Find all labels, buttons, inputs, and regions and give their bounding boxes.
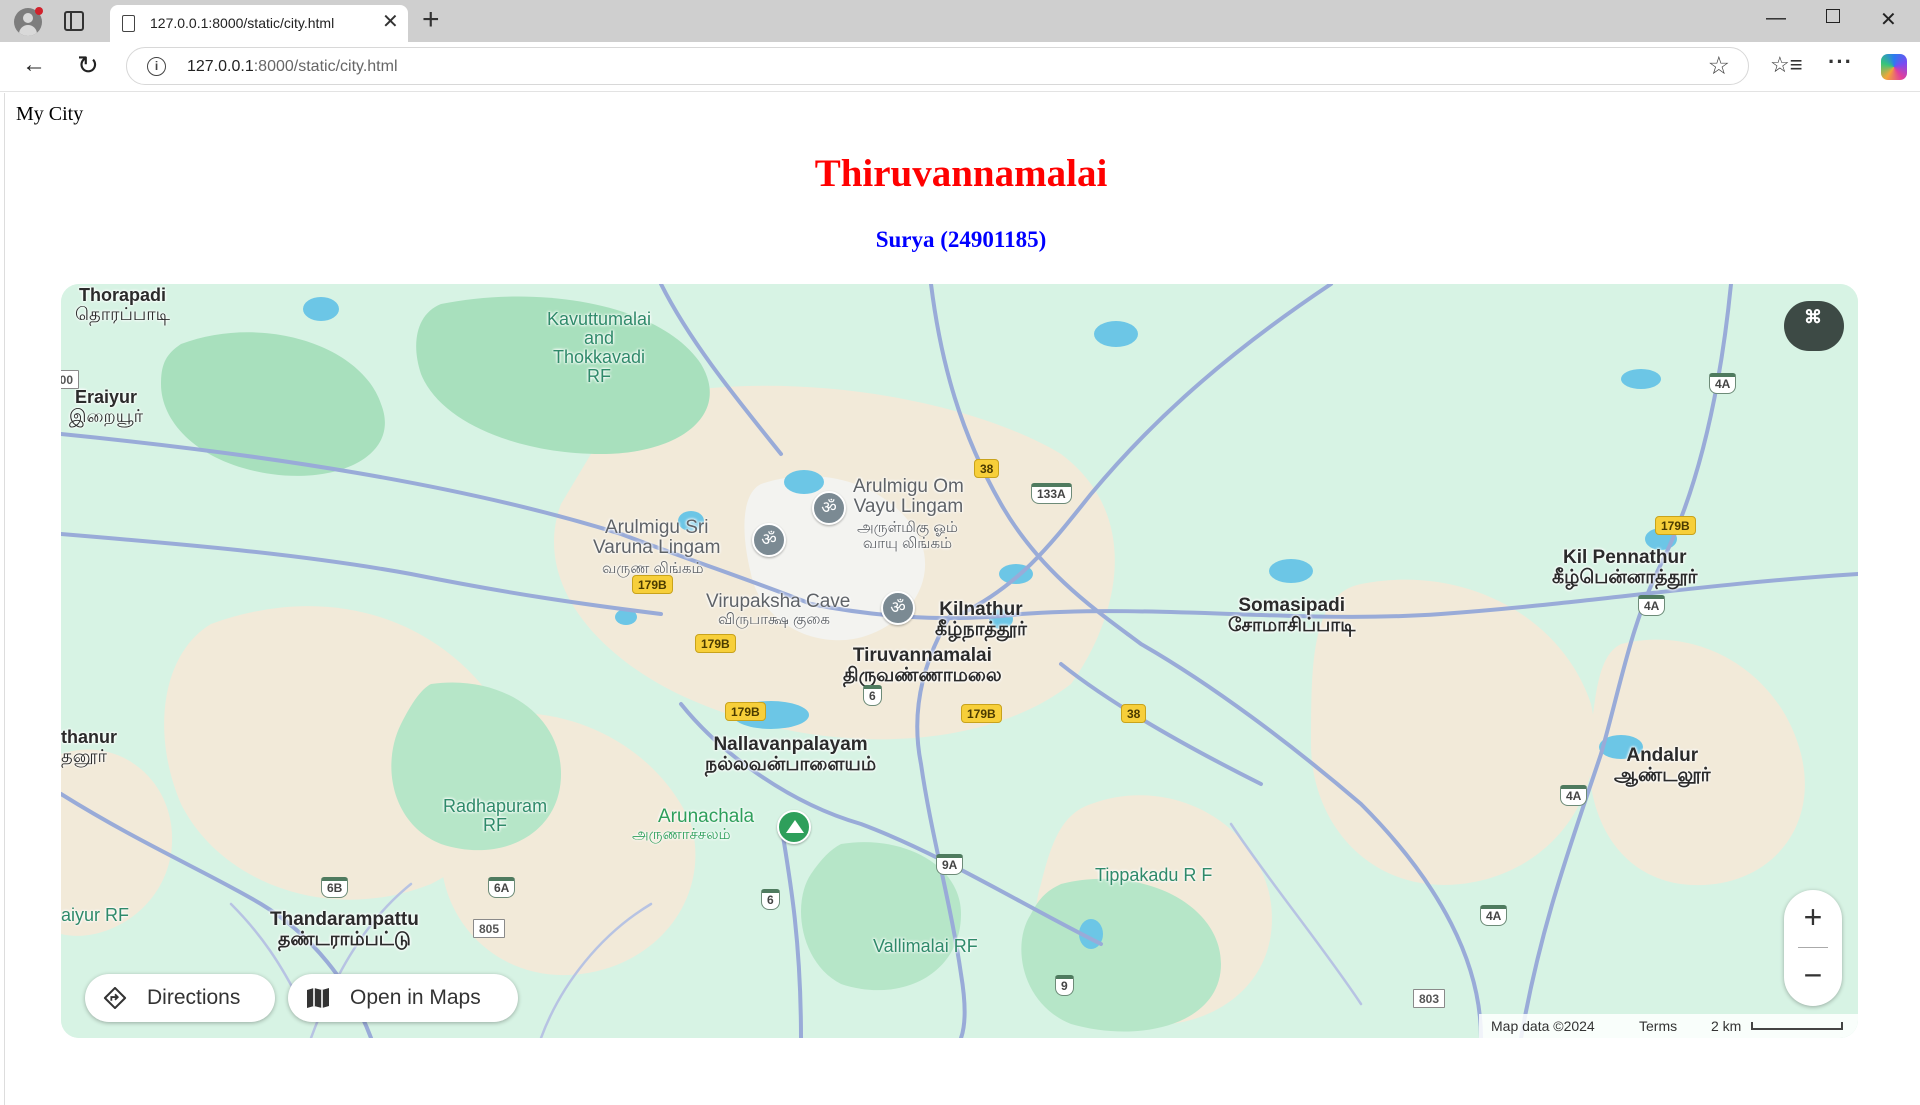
town-label-tiruvannamalai: Tiruvannamalai திருவண்ணாமலை bbox=[843, 645, 1002, 686]
route-shield-179b: 179B bbox=[695, 634, 736, 653]
route-shield-4a: 4A bbox=[1480, 905, 1508, 926]
exit-fullscreen-button[interactable]: ⌘ bbox=[1784, 301, 1844, 351]
route-shield-179b: 179B bbox=[725, 702, 766, 721]
route-shield-4a: 4A bbox=[1638, 595, 1666, 616]
terms-link[interactable]: Terms bbox=[1639, 1014, 1677, 1038]
temple-pin-icon[interactable]: ॐ bbox=[881, 591, 915, 625]
route-shield-38: 38 bbox=[1121, 704, 1147, 723]
town-label-thorapadi: Thorapadi தொரப்பாடி bbox=[75, 285, 170, 324]
route-shield-38: 38 bbox=[974, 459, 1000, 478]
route-shield-6: 6 bbox=[863, 685, 882, 706]
poi-label-vayu-lingam[interactable]: Arulmigu Om Vayu Lingam bbox=[853, 477, 964, 517]
directions-label: Directions bbox=[147, 986, 241, 1009]
map-icon bbox=[307, 988, 329, 1008]
new-tab-button[interactable]: + bbox=[422, 5, 440, 35]
minimize-window-button[interactable]: — bbox=[1766, 6, 1786, 30]
town-label-kil-pennathur: Kil Pennathur கீழ்பென்னாத்தூர் bbox=[1552, 547, 1698, 588]
route-shield-500: 500 bbox=[61, 370, 80, 389]
browser-tab[interactable]: 127.0.0.1:8000/static/city.html ✕ bbox=[110, 5, 408, 42]
embedded-map[interactable]: Thorapadi தொரப்பாடி Eraiyur இறையூர் Kilnat… bbox=[61, 284, 1858, 1038]
town-label-somasipadi: Somasipadi சோமாசிப்பாடி bbox=[1228, 595, 1356, 636]
poi-tamil-arunachala: அருணாச்சலம் bbox=[632, 826, 731, 843]
route-shield-179b: 179B bbox=[961, 704, 1002, 723]
route-shield-9a: 9A bbox=[936, 854, 964, 875]
favorites-icon[interactable]: ☆≡ bbox=[1770, 51, 1803, 79]
browser-toolbar: ← ↻ i 127.0.0.1:8000/static/city.html ☆ … bbox=[0, 42, 1920, 92]
route-shield-133a: 133A bbox=[1031, 483, 1072, 504]
route-shield-9: 9 bbox=[1055, 975, 1074, 996]
town-label-eraiyur: Eraiyur இறையூர் bbox=[69, 387, 144, 426]
temple-pin-icon[interactable]: ॐ bbox=[752, 523, 786, 557]
tab-actions-icon[interactable] bbox=[64, 11, 84, 31]
site-info-icon[interactable]: i bbox=[147, 57, 166, 76]
route-shield-6a: 6A bbox=[488, 877, 516, 898]
route-shield-4a: 4A bbox=[1709, 373, 1737, 394]
maximize-window-button[interactable] bbox=[1826, 9, 1840, 23]
address-bar[interactable]: i 127.0.0.1:8000/static/city.html ☆ bbox=[126, 47, 1749, 85]
town-label-thanur: thanur தனூர் bbox=[61, 727, 117, 766]
open-in-maps-label: Open in Maps bbox=[350, 986, 481, 1009]
copilot-icon[interactable] bbox=[1881, 54, 1907, 80]
back-arrow-icon[interactable]: ← bbox=[22, 50, 46, 80]
town-label-kilnathur: Kilnathur கீழ்நாத்தூர் bbox=[935, 599, 1027, 640]
forest-label-tippakadu: Tippakadu R F bbox=[1095, 865, 1213, 885]
town-label-thandarampattu: Thandarampattu தண்டராம்பட்டு bbox=[270, 909, 419, 950]
poi-label-varuna-lingam[interactable]: Arulmigu Sri Varuna Lingam bbox=[593, 518, 720, 558]
page-content: My City Thiruvannamalai Surya (24901185) bbox=[4, 93, 1920, 1105]
poi-label-arunachala[interactable]: Arunachala bbox=[658, 807, 754, 827]
open-in-maps-button[interactable]: Open in Maps bbox=[288, 974, 518, 1022]
close-window-button[interactable]: ✕ bbox=[1880, 8, 1897, 32]
route-shield-805: 805 bbox=[473, 919, 506, 938]
close-tab-icon[interactable]: ✕ bbox=[382, 12, 399, 32]
page-title: Thiruvannamalai bbox=[814, 152, 1108, 195]
temple-pin-icon[interactable]: ॐ bbox=[812, 491, 846, 525]
poi-label-virupaksha-cave[interactable]: Virupaksha Cave bbox=[706, 592, 850, 612]
scale-label[interactable]: 2 km bbox=[1711, 1014, 1741, 1038]
mountain-pin-icon[interactable] bbox=[777, 810, 811, 844]
forest-label-kavuttumalai: Kavuttumalai and Thokkavadi RF bbox=[547, 309, 652, 386]
route-shield-6: 6 bbox=[761, 889, 780, 910]
page-subtitle: Surya (24901185) bbox=[875, 227, 1047, 252]
scale-bar bbox=[1751, 1022, 1843, 1030]
notification-dot-icon bbox=[35, 7, 43, 15]
poi-tamil-vayu-lingam: அருள்மிகு ஓம் வாயு லிங்கம் bbox=[857, 519, 958, 552]
town-label-andalur: Andalur ஆண்டலூர் bbox=[1614, 745, 1711, 786]
page-label: My City bbox=[16, 103, 84, 125]
poi-tamil-virupaksha-cave: விருபாக்ஷ குகை bbox=[718, 611, 831, 628]
zoom-out-button[interactable]: − bbox=[1784, 948, 1842, 1004]
map-data-credit: Map data ©2024 bbox=[1491, 1018, 1595, 1034]
page-document-icon bbox=[122, 15, 135, 32]
route-shield-179b: 179B bbox=[1655, 516, 1696, 535]
directions-icon bbox=[103, 987, 127, 1009]
zoom-controls: + − bbox=[1784, 890, 1842, 1006]
favorite-star-icon[interactable]: ☆ bbox=[1708, 51, 1730, 81]
url-text[interactable]: 127.0.0.1:8000/static/city.html bbox=[187, 58, 398, 76]
browser-tab-bar: 127.0.0.1:8000/static/city.html ✕ + — ✕ bbox=[0, 0, 1920, 42]
forest-label-radhapuram: Radhapuram RF bbox=[443, 796, 548, 835]
route-shield-4a: 4A bbox=[1560, 785, 1588, 806]
route-shield-179b: 179B bbox=[632, 575, 673, 594]
map-attribution: Map data ©2024 Terms 2 km bbox=[1479, 1014, 1858, 1038]
forest-label-vallimalai: Vallimalai RF bbox=[873, 936, 978, 956]
route-shield-803: 803 bbox=[1413, 989, 1446, 1008]
zoom-in-button[interactable]: + bbox=[1784, 890, 1842, 946]
more-menu-icon[interactable]: ··· bbox=[1828, 48, 1853, 76]
tab-title: 127.0.0.1:8000/static/city.html bbox=[150, 15, 335, 31]
reload-icon[interactable]: ↻ bbox=[77, 50, 99, 80]
town-label-nallavanpalayam: Nallavanpalayam நல்லவன்பாளையம் bbox=[705, 734, 877, 775]
forest-label-aiyur: aiyur RF bbox=[61, 905, 130, 925]
directions-button[interactable]: Directions bbox=[85, 974, 275, 1022]
route-shield-6b: 6B bbox=[321, 877, 349, 898]
